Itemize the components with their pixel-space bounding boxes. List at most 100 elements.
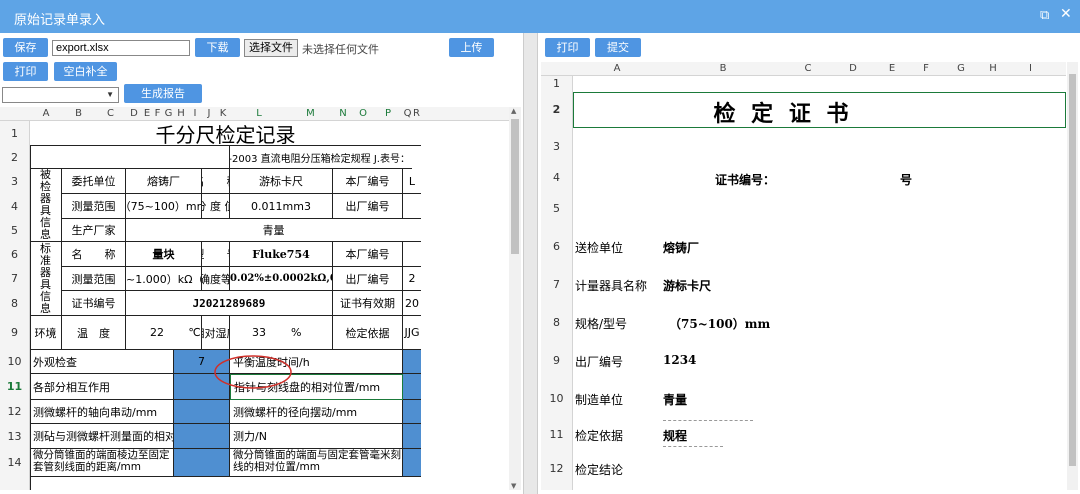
std-name-value[interactable]: 量块 [126, 242, 202, 267]
row-label[interactable]: 8 [541, 316, 572, 329]
left-spreadsheet[interactable]: A B C D E F G H I J K L M N O P Q R 1 2 3 4 5 6 7 8 9 10 11 12 13 14 千分尺… [0, 107, 509, 490]
right-spreadsheet[interactable]: A B C D E F G H I 1 2 3 4 5 6 7 8 9 10 11 12 检 定 证 书证书编号：号送检单… [541, 62, 1066, 490]
std-range-value[interactable]: ~1.000）kΩ（0.1～1 [126, 267, 202, 291]
cert-value[interactable]: J2021289689 [126, 291, 333, 316]
choose-file-button[interactable]: 选择文件 [244, 39, 298, 57]
row-label[interactable]: 10 [541, 392, 572, 405]
pointer-position-value[interactable] [403, 374, 421, 400]
row-label[interactable]: 4 [541, 171, 572, 184]
column-label[interactable]: G [943, 63, 979, 74]
left-vertical-scrollbar[interactable]: ▲ ▼ [509, 107, 521, 490]
row-label[interactable]: 5 [0, 224, 29, 237]
basis-value[interactable]: JJG [403, 316, 421, 350]
print-button[interactable]: 打印 [3, 62, 48, 81]
client-value[interactable]: 熔铸厂 [126, 169, 202, 194]
field-value-2[interactable]: 游标卡尺 [663, 277, 711, 294]
name-value[interactable]: 游标卡尺 [230, 169, 333, 194]
mm-line-value[interactable] [403, 449, 421, 477]
row-label[interactable]: 9 [0, 326, 29, 339]
row-label[interactable]: 11 [0, 380, 29, 393]
column-label[interactable]: F [909, 63, 943, 74]
field-value-4[interactable]: 1234 [663, 353, 696, 367]
column-label[interactable]: E [875, 63, 909, 74]
download-button[interactable]: 下载 [195, 38, 240, 57]
column-label[interactable]: B [661, 63, 785, 74]
column-label[interactable]: H [979, 63, 1007, 74]
factory-no-value[interactable]: L [403, 169, 421, 194]
column-label[interactable]: B [62, 108, 95, 119]
row-label[interactable]: 13 [0, 430, 29, 443]
row-label[interactable]: 1 [0, 127, 29, 140]
column-label[interactable]: N [333, 108, 353, 119]
edge-distance-value[interactable] [174, 449, 230, 477]
axial-play-value[interactable] [174, 400, 230, 424]
row-label[interactable]: 3 [0, 175, 29, 188]
row-label[interactable]: 8 [0, 297, 29, 310]
pane-splitter[interactable] [523, 33, 538, 494]
row-label[interactable]: 10 [0, 355, 29, 368]
column-label[interactable]: H [174, 108, 188, 119]
right-vertical-scrollbar[interactable] [1067, 62, 1078, 490]
scroll-thumb[interactable] [511, 119, 519, 254]
temp-value[interactable]: 22 [126, 316, 188, 350]
column-label[interactable]: A [30, 108, 62, 119]
column-label[interactable]: P [373, 108, 403, 119]
serial-value[interactable] [403, 194, 421, 219]
column-label[interactable]: L [230, 108, 288, 119]
row-label[interactable]: 3 [541, 140, 572, 153]
column-label[interactable]: O [353, 108, 373, 119]
row-label[interactable]: 1 [541, 77, 572, 90]
row-label[interactable]: 12 [541, 462, 572, 475]
field-value-1[interactable]: 熔铸厂 [663, 239, 699, 256]
force-value[interactable] [403, 424, 421, 449]
model-value[interactable]: Fluke754 [230, 242, 333, 267]
grade-value[interactable]: 0.02%±0.0002kΩ,0.01± [230, 267, 333, 291]
range-value[interactable]: （75~100）mm [126, 194, 202, 219]
column-label[interactable]: F [152, 108, 163, 119]
scroll-down-icon[interactable]: ▼ [511, 482, 516, 490]
upload-button[interactable]: 上传 [449, 38, 494, 57]
column-label[interactable]: Q [403, 108, 412, 119]
column-label[interactable]: D [126, 108, 142, 119]
row-label[interactable]: 5 [541, 202, 572, 215]
file-name-input[interactable]: export.xlsx [52, 40, 190, 56]
save-button[interactable]: 保存 [3, 38, 48, 57]
row-label[interactable]: 6 [0, 248, 29, 261]
column-label[interactable]: I [188, 108, 202, 119]
generate-report-button[interactable]: 生成报告 [124, 84, 202, 103]
restore-icon[interactable]: ⧉ [1040, 8, 1049, 23]
field-value-3[interactable]: （75~100）mm [669, 315, 770, 332]
field-value-5[interactable]: 青量 [663, 391, 687, 408]
row-label[interactable]: 12 [0, 405, 29, 418]
field-value-6[interactable]: 规程 [663, 427, 687, 444]
row-label[interactable]: 9 [541, 354, 572, 367]
std-factory-value[interactable] [403, 242, 421, 267]
row-label[interactable]: 7 [0, 272, 29, 285]
row-label[interactable]: 11 [541, 428, 572, 441]
column-label[interactable]: C [95, 108, 126, 119]
row-label[interactable]: 6 [541, 240, 572, 253]
row-label[interactable]: 4 [0, 200, 29, 213]
div-value[interactable]: 0.011mm3 [230, 194, 333, 219]
column-label[interactable]: M [288, 108, 333, 119]
cert-valid-value[interactable]: 20 [403, 291, 421, 316]
row-label[interactable]: 2 [541, 103, 572, 116]
radial-play-value[interactable] [403, 400, 421, 424]
submit-button[interactable]: 提交 [595, 38, 641, 57]
close-icon[interactable]: ✕ [1060, 6, 1072, 22]
scroll-up-icon[interactable]: ▲ [511, 107, 516, 115]
maker-value[interactable]: 青量 [126, 219, 421, 242]
column-label[interactable]: A [573, 63, 661, 74]
template-select[interactable]: ▼ [2, 87, 119, 103]
row-label[interactable]: 7 [541, 278, 572, 291]
balance-time-value[interactable] [403, 350, 421, 374]
column-label[interactable]: R [412, 108, 421, 119]
column-label[interactable]: K [216, 108, 230, 119]
std-serial-value[interactable]: 2 [403, 267, 421, 291]
column-label[interactable]: D [831, 63, 875, 74]
scroll-thumb[interactable] [1069, 74, 1076, 466]
right-print-button[interactable]: 打印 [545, 38, 590, 57]
row-label[interactable]: 2 [0, 151, 29, 164]
row-label[interactable]: 14 [0, 456, 29, 469]
column-label[interactable]: J [202, 108, 216, 119]
